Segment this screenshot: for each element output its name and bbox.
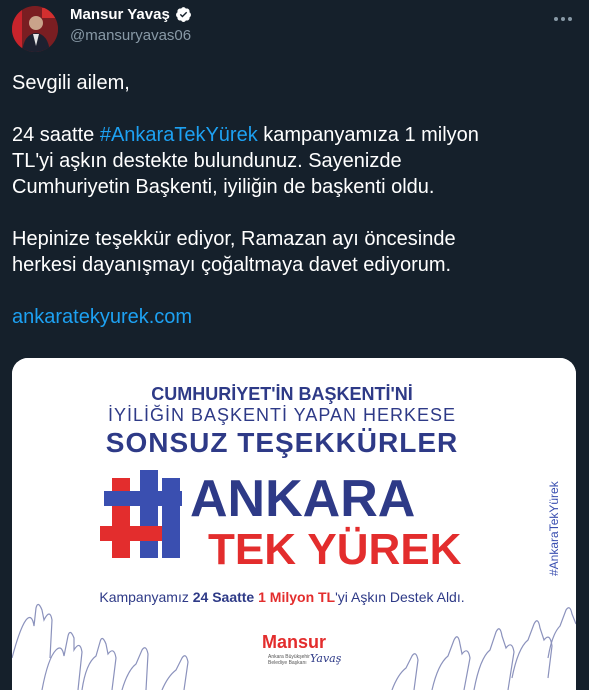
signature-script: Yavaş — [310, 652, 342, 665]
tweet-paragraph-2: 24 saatte #AnkaraTekYürek kampanyamıza 1… — [12, 124, 479, 146]
poster-side-hashtag: #AnkaraTekYürek — [547, 480, 561, 576]
logo-word-ankara: ANKARA — [190, 470, 415, 528]
author-name[interactable]: Mansur Yavaş — [70, 6, 170, 23]
media-card[interactable]: CUMHURİYET'İN BAŞKENTİ'Nİ İYİLİĞİN BAŞKE… — [12, 358, 576, 690]
more-options-icon[interactable] — [551, 10, 575, 28]
logo-word-tek-yurek: TEK YÜREK — [208, 525, 462, 574]
tweet-line: Hepinize teşekkür ediyor, Ramazan ayı ön… — [12, 228, 456, 250]
signature-small-2: Belediye Başkanı — [268, 660, 307, 666]
tweet-line: Cumhuriyetin Başkenti, iyiliğin de başke… — [12, 176, 435, 198]
signature-name: Mansur — [262, 632, 326, 652]
poster-headline-2: İYİLİĞİN BAŞKENTİ YAPAN HERKESE — [108, 404, 456, 425]
tweet-header: Mansur Yavaş @mansuryavas06 — [0, 0, 589, 56]
poster-tagline: Kampanyamız 24 Saatte 1 Milyon TL'yi Aşk… — [99, 589, 464, 605]
website-link[interactable]: ankaratekyurek.com — [12, 304, 572, 330]
author-name-row: Mansur Yavaş — [70, 6, 192, 23]
tweet-line: Sevgili ailem, — [12, 72, 130, 94]
poster-headline-3: SONSUZ TEŞEKKÜRLER — [106, 427, 458, 458]
avatar[interactable] — [12, 6, 58, 52]
poster-headline-1: CUMHURİYET'İN BAŞKENTİ'Nİ — [151, 384, 413, 404]
campaign-poster: CUMHURİYET'İN BAŞKENTİ'Nİ İYİLİĞİN BAŞKE… — [12, 358, 576, 690]
tweet-line: herkesi dayanışmayı çoğaltmaya davet edi… — [12, 254, 452, 276]
tweet-line: TL'yi aşkın destekte bulundunuz. Sayeniz… — [12, 150, 402, 172]
tweet-text: Sevgili ailem, 24 saatte #AnkaraTekYürek… — [12, 70, 572, 330]
hashtag-link[interactable]: #AnkaraTekYürek — [100, 124, 258, 146]
verified-badge-icon — [175, 7, 191, 22]
author-handle[interactable]: @mansuryavas06 — [70, 27, 191, 44]
hashtag-logo-icon — [100, 470, 182, 558]
